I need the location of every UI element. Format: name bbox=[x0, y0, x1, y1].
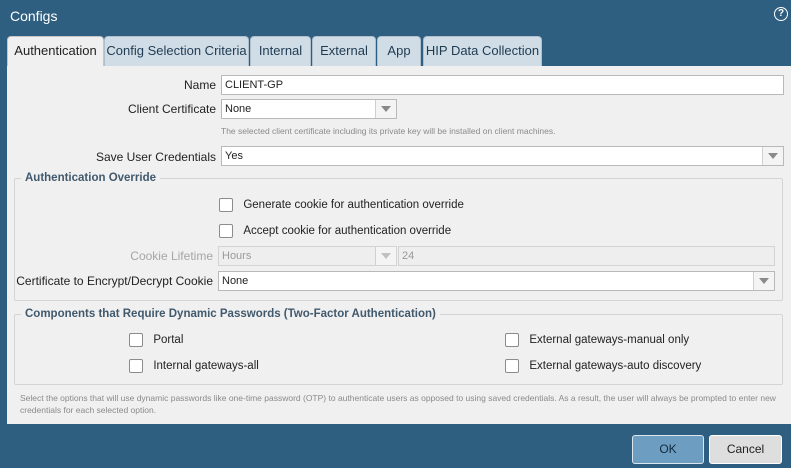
chevron-down-icon[interactable] bbox=[375, 100, 396, 118]
dynamic-passwords-legend: Components that Require Dynamic Password… bbox=[21, 308, 440, 320]
chevron-down-icon bbox=[375, 247, 396, 265]
external-gateways-manual-label: External gateways-manual only bbox=[529, 333, 690, 346]
cookie-certificate-select[interactable]: None bbox=[218, 271, 775, 291]
cookie-certificate-value: None bbox=[222, 275, 249, 287]
authentication-override-legend: Authentication Override bbox=[21, 172, 160, 184]
client-certificate-hint: The selected client certificate includin… bbox=[221, 126, 556, 136]
internal-gateways-all-option[interactable]: Internal gateways-all bbox=[129, 358, 259, 374]
tab-app[interactable]: App bbox=[377, 36, 421, 66]
internal-gateways-all-checkbox[interactable] bbox=[129, 358, 143, 373]
chevron-down-icon[interactable] bbox=[762, 147, 783, 165]
external-gateways-manual-option[interactable]: External gateways-manual only bbox=[505, 332, 689, 348]
tab-authentication[interactable]: Authentication bbox=[7, 36, 104, 68]
client-certificate-select[interactable]: None bbox=[221, 99, 397, 119]
name-label: Name bbox=[183, 78, 216, 92]
dialog-title-bar: Configs ? bbox=[0, 0, 791, 34]
name-value: CLIENT-GP bbox=[225, 79, 284, 91]
external-gateways-auto-option[interactable]: External gateways-auto discovery bbox=[505, 358, 701, 374]
cookie-lifetime-value: 24 bbox=[402, 250, 415, 262]
cookie-lifetime-unit-value: Hours bbox=[222, 250, 252, 262]
cancel-button[interactable]: Cancel bbox=[709, 435, 782, 464]
generate-cookie-option[interactable]: Generate cookie for authentication overr… bbox=[219, 197, 464, 213]
chevron-down-icon[interactable] bbox=[753, 272, 774, 290]
help-icon[interactable]: ? bbox=[774, 7, 788, 21]
cookie-lifetime-label: Cookie Lifetime bbox=[130, 249, 213, 263]
external-gateways-manual-checkbox[interactable] bbox=[505, 332, 519, 347]
generate-cookie-label: Generate cookie for authentication overr… bbox=[243, 198, 464, 211]
dialog-title: Configs bbox=[10, 8, 58, 24]
accept-cookie-option[interactable]: Accept cookie for authentication overrid… bbox=[219, 223, 451, 239]
portal-option[interactable]: Portal bbox=[129, 332, 183, 348]
dynamic-passwords-group bbox=[14, 314, 783, 385]
name-input[interactable]: CLIENT-GP bbox=[221, 75, 784, 95]
tab-external[interactable]: External bbox=[312, 36, 376, 66]
accept-cookie-label: Accept cookie for authentication overrid… bbox=[243, 224, 452, 237]
client-certificate-label: Client Certificate bbox=[127, 102, 216, 116]
dynamic-passwords-note: Select the options that will use dynamic… bbox=[20, 393, 776, 415]
save-user-credentials-select[interactable]: Yes bbox=[221, 146, 784, 166]
cookie-lifetime-unit-select: Hours bbox=[218, 246, 397, 266]
internal-gateways-all-label: Internal gateways-all bbox=[153, 359, 259, 372]
portal-label: Portal bbox=[153, 333, 184, 346]
accept-cookie-checkbox[interactable] bbox=[219, 223, 233, 238]
cookie-lifetime-input: 24 bbox=[398, 246, 775, 266]
generate-cookie-checkbox[interactable] bbox=[219, 197, 233, 212]
ok-button[interactable]: OK bbox=[632, 435, 704, 464]
authentication-panel: Name CLIENT-GP Client Certificate None T… bbox=[7, 66, 791, 424]
external-gateways-auto-label: External gateways-auto discovery bbox=[529, 359, 702, 372]
tab-config-selection-criteria[interactable]: Config Selection Criteria bbox=[104, 36, 249, 66]
save-user-credentials-label: Save User Credentials bbox=[95, 150, 216, 164]
tab-hip-data-collection[interactable]: HIP Data Collection bbox=[423, 36, 542, 66]
external-gateways-auto-checkbox[interactable] bbox=[505, 358, 519, 373]
cookie-certificate-label: Certificate to Encrypt/Decrypt Cookie bbox=[16, 274, 213, 288]
save-user-credentials-value: Yes bbox=[225, 150, 243, 162]
tab-internal[interactable]: Internal bbox=[250, 36, 311, 66]
client-certificate-value: None bbox=[225, 103, 252, 115]
portal-checkbox[interactable] bbox=[129, 332, 143, 347]
